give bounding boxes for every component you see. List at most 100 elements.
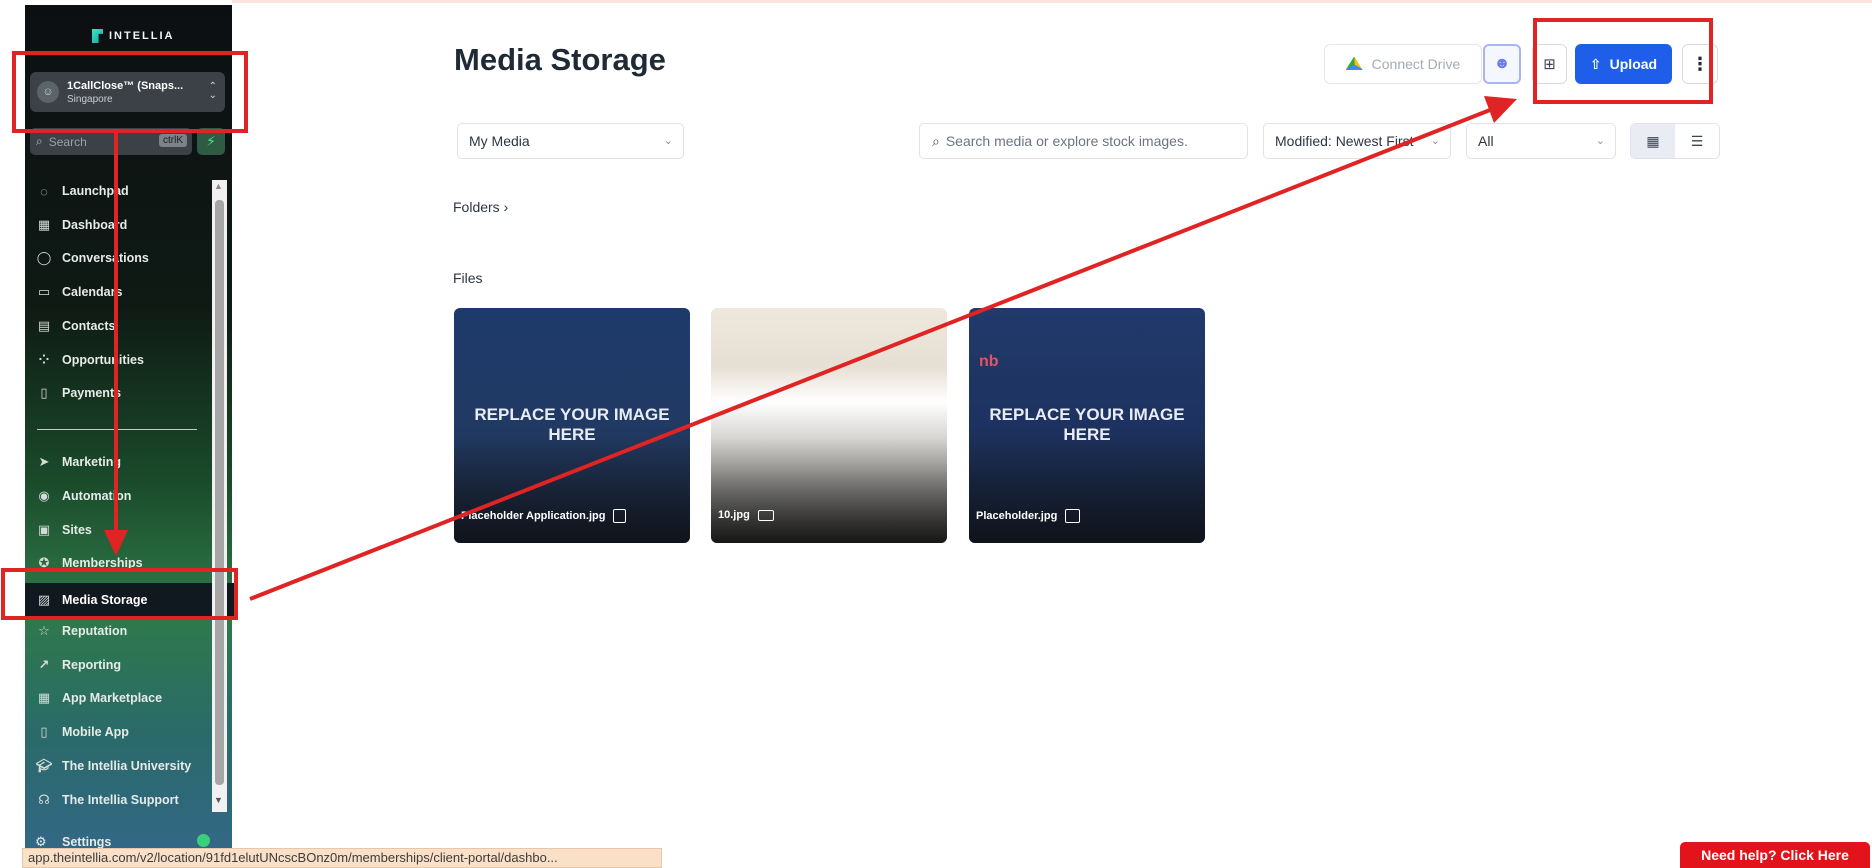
media-source-select[interactable]: My Media ⌄ xyxy=(457,123,684,159)
sidebar-item-support[interactable]: ☊ The Intellia Support xyxy=(35,786,210,814)
sidebar-item-label: Contacts xyxy=(62,319,116,333)
scroll-up-icon[interactable]: ▲ xyxy=(214,181,223,191)
chevron-down-icon: ⌄ xyxy=(663,135,673,147)
file-name-text: Placeholder.jpg xyxy=(976,510,1058,522)
sidebar-item-label: Conversations xyxy=(62,251,149,265)
payment-icon: ▯ xyxy=(40,385,48,400)
sidebar-item-contacts[interactable]: ▤ Contacts xyxy=(35,312,210,340)
sidebar-item-label: Mobile App xyxy=(62,725,129,739)
page-title: Media Storage xyxy=(454,42,666,77)
media-search-input[interactable]: ⌕ Search media or explore stock images. xyxy=(919,123,1248,159)
logo-mark-icon xyxy=(92,29,103,43)
sidebar-item-mobile-app[interactable]: ▯ Mobile App xyxy=(35,718,210,746)
intellia-logo[interactable]: INTELLIA xyxy=(92,29,175,43)
logo-text: INTELLIA xyxy=(109,30,175,42)
media-source-value: My Media xyxy=(469,133,530,149)
media-search-placeholder: Search media or explore stock images. xyxy=(945,133,1188,149)
top-accent-line xyxy=(232,0,1872,3)
bolt-icon: ⚡ xyxy=(206,133,216,149)
search-shortcut: ctrlK xyxy=(159,134,187,147)
search-icon: ⌕ xyxy=(932,132,940,149)
sort-select[interactable]: Modified: Newest First ⌄ xyxy=(1263,123,1451,159)
sidebar-item-sites[interactable]: ▣ Sites xyxy=(35,516,210,544)
sidebar-item-dashboard[interactable]: ▦ Dashboard xyxy=(35,211,210,239)
type-value: All xyxy=(1478,133,1494,149)
sidebar-item-calendars[interactable]: ▭ Calendars xyxy=(35,278,210,306)
grid-view-button[interactable]: ▦ xyxy=(1631,124,1675,158)
sidebar-item-marketing[interactable]: ➤ Marketing xyxy=(35,448,210,476)
help-button[interactable]: Need help? Click Here xyxy=(1680,842,1870,868)
pipeline-icon: ⁘ xyxy=(38,352,50,367)
headset-icon: ☊ xyxy=(38,792,50,807)
chat-icon: ◯ xyxy=(36,250,52,265)
sidebar-item-payments[interactable]: ▯ Payments xyxy=(35,379,210,407)
card-overlay xyxy=(711,308,947,543)
sidebar-item-reputation[interactable]: ☆ Reputation xyxy=(35,617,210,645)
sidebar-item-label: Settings xyxy=(62,835,112,849)
sidebar-item-label: Payments xyxy=(62,386,122,400)
send-icon: ➤ xyxy=(38,454,50,469)
card-image-text: REPLACE YOUR IMAGE HERE xyxy=(989,405,1185,444)
star-icon: ☆ xyxy=(38,623,50,638)
annotation-box-media-storage xyxy=(1,568,238,620)
sidebar-item-university[interactable]: 🎓︎ The Intellia University xyxy=(35,752,210,780)
sidebar: INTELLIA ☺ 1CallClose™ (Snaps... Singapo… xyxy=(25,5,234,868)
sidebar-item-automation[interactable]: ◉ Automation xyxy=(35,482,210,510)
portrait-image-icon xyxy=(613,509,627,523)
trend-icon: ↗ xyxy=(38,657,50,672)
file-name: Placeholder.jpg xyxy=(976,509,1081,523)
grid-icon: ▦ xyxy=(1646,132,1660,149)
sidebar-item-label: Dashboard xyxy=(62,218,128,232)
file-card[interactable]: nb REPLACE YOUR IMAGE HERE Placeholder.j… xyxy=(969,308,1205,543)
google-drive-icon xyxy=(1345,56,1363,70)
sidebar-item-label: Sites xyxy=(62,523,92,537)
annotation-arrowhead-diagonal xyxy=(1484,96,1517,123)
sidebar-item-launchpad[interactable]: ◌ Launchpad xyxy=(35,177,210,205)
contacts-icon: ▤ xyxy=(37,318,51,333)
file-card[interactable]: REPLACE YOUR IMAGE HERE Placeholder Appl… xyxy=(454,308,690,543)
file-card[interactable]: 10.jpg xyxy=(711,308,947,543)
sidebar-item-reporting[interactable]: ↗ Reporting xyxy=(35,651,210,679)
list-icon: ☰ xyxy=(1690,132,1704,149)
sidebar-item-label: Opportunities xyxy=(62,353,144,367)
sidebar-scroll-thumb[interactable] xyxy=(215,200,224,785)
file-name: 10.jpg xyxy=(718,509,774,521)
sidebar-item-conversations[interactable]: ◯ Conversations xyxy=(35,244,210,272)
robot-icon: ☻ xyxy=(1493,55,1511,72)
sidebar-item-label: The Intellia University xyxy=(62,759,192,773)
folders-section[interactable]: Folders › xyxy=(453,199,508,215)
sort-value: Modified: Newest First xyxy=(1275,133,1414,149)
list-view-button[interactable]: ☰ xyxy=(1675,124,1719,158)
card-image-text: REPLACE YOUR IMAGE HERE xyxy=(474,405,670,444)
app-root: INTELLIA ☺ 1CallClose™ (Snaps... Singapo… xyxy=(0,0,1872,868)
search-icon: ⌕ xyxy=(36,134,43,148)
phone-icon: ▯ xyxy=(40,724,48,739)
sidebar-item-label: The Intellia Support xyxy=(62,793,179,807)
sites-icon: ▣ xyxy=(37,522,51,537)
folders-label: Folders xyxy=(453,199,500,215)
connect-drive-button[interactable]: Connect Drive xyxy=(1324,44,1482,84)
ai-assistant-button[interactable]: ☻ xyxy=(1483,44,1521,84)
sidebar-item-opportunities[interactable]: ⁘ Opportunities xyxy=(35,346,210,374)
landscape-image-icon xyxy=(757,509,774,521)
sidebar-item-label: Launchpad xyxy=(62,184,129,198)
rocket-icon: ◌ xyxy=(40,183,48,199)
file-name-text: 10.jpg xyxy=(718,509,750,521)
file-name-text: Placeholder Application.jpg xyxy=(461,510,606,522)
scroll-down-icon[interactable]: ▼ xyxy=(214,795,223,805)
square-image-icon xyxy=(1065,509,1081,523)
file-name: Placeholder Application.jpg xyxy=(461,509,627,523)
sidebar-item-label: Marketing xyxy=(62,455,122,469)
automation-icon: ◉ xyxy=(38,488,50,503)
sidebar-item-app-marketplace[interactable]: ▦ App Marketplace xyxy=(35,684,210,712)
sidebar-search-placeholder: Search xyxy=(48,134,87,149)
connect-drive-label: Connect Drive xyxy=(1371,56,1461,72)
sidebar-item-label: Reputation xyxy=(62,624,128,638)
annotation-box-upload xyxy=(1533,18,1713,104)
files-label: Files xyxy=(453,270,483,286)
type-select[interactable]: All ⌄ xyxy=(1466,123,1616,159)
sidebar-item-label: Calendars xyxy=(62,285,123,299)
chevron-down-icon: ⌄ xyxy=(1595,135,1605,147)
view-toggle: ▦ ☰ xyxy=(1630,123,1720,159)
calendar-icon: ▭ xyxy=(37,284,51,299)
